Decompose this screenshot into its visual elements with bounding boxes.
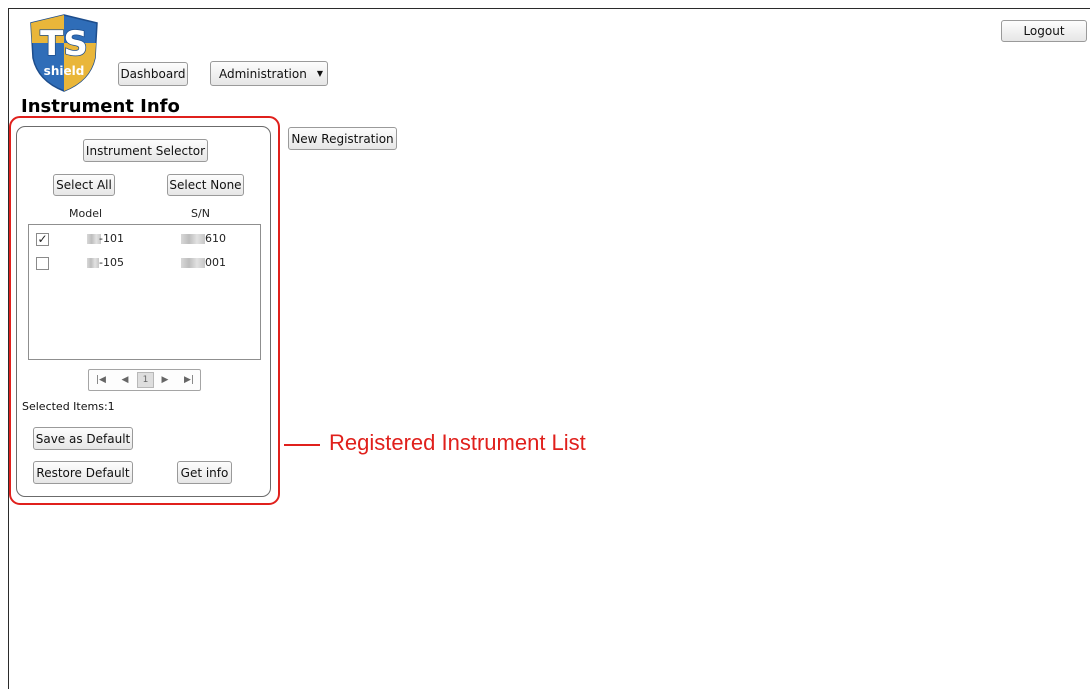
administration-dropdown[interactable]: Administration ▼ [210,61,328,86]
new-registration-button[interactable]: New Registration [288,127,397,150]
logout-button[interactable]: Logout [1001,20,1087,42]
page-title: Instrument Info [21,96,180,117]
ts-shield-logo: TS shield [30,14,98,92]
chevron-down-icon: ▼ [316,69,323,78]
dashboard-button[interactable]: Dashboard [118,62,188,86]
logo-text: TS [40,24,88,64]
logo-subtext: shield [44,64,85,78]
administration-label: Administration [219,66,307,81]
annotation-leader-line [284,444,320,446]
annotation-highlight-box [9,116,280,505]
annotation-label: Registered Instrument List [329,430,586,455]
